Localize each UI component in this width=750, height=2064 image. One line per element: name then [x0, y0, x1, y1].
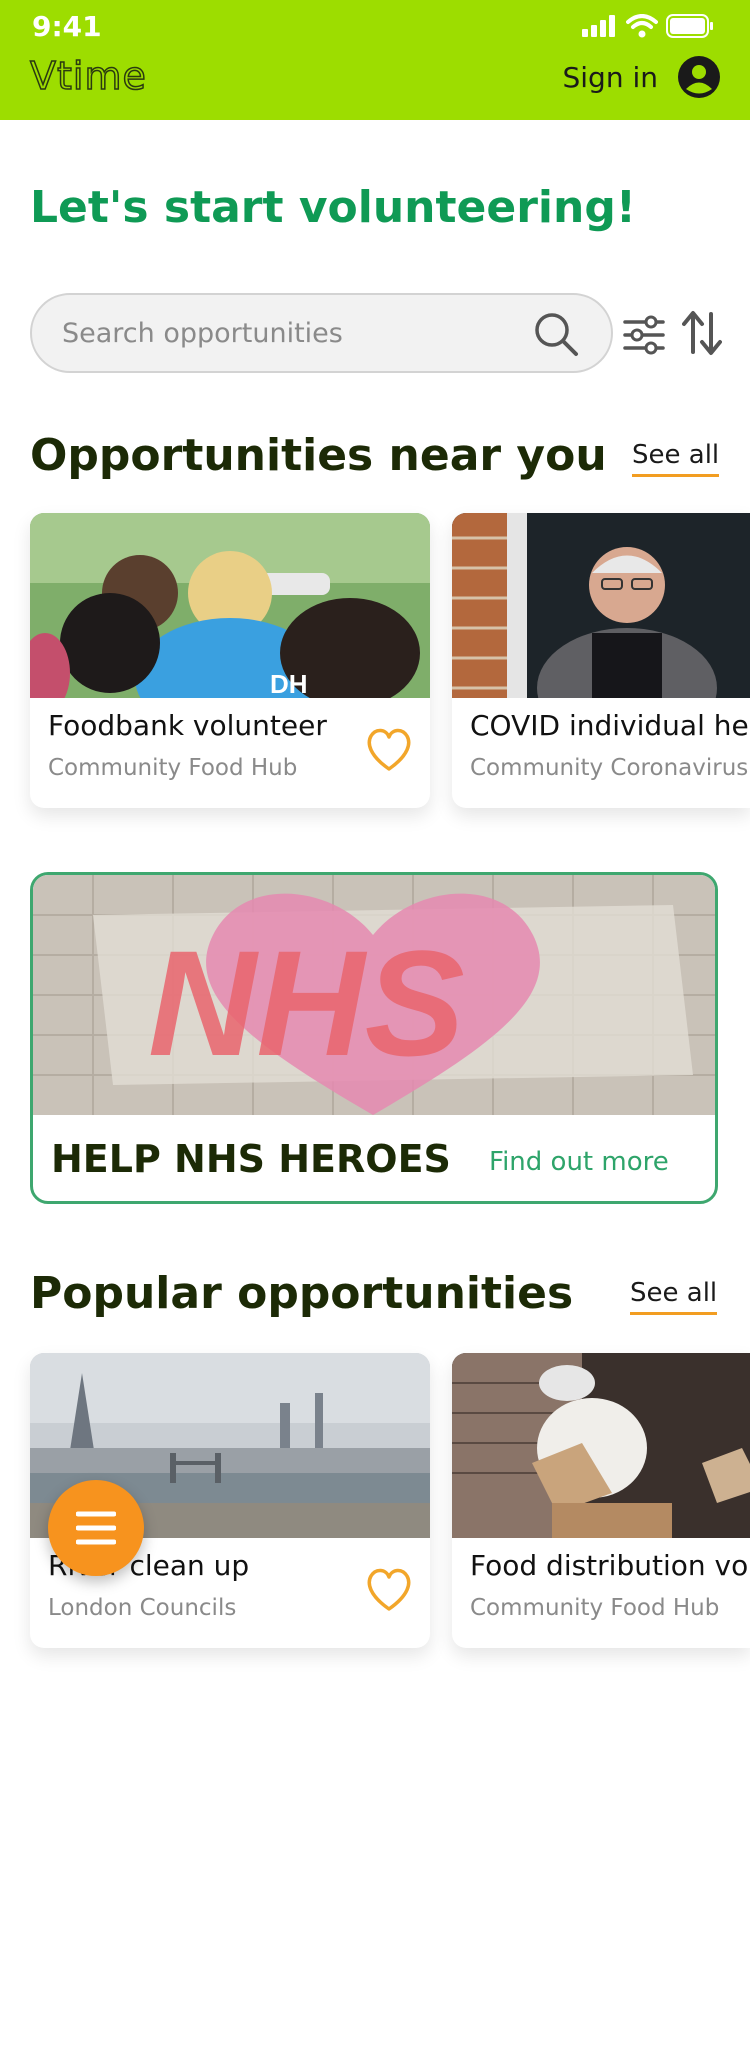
heart-icon[interactable] — [364, 725, 414, 773]
opportunity-card[interactable]: COVID individual help Community Coronavi… — [452, 513, 750, 808]
account-icon — [678, 56, 720, 98]
card-organisation: London Councils — [48, 1595, 237, 1621]
battery-icon — [666, 14, 713, 38]
banner-title: HELP NHS HEROES — [51, 1137, 451, 1181]
card-title: Foodbank volunteer — [48, 709, 327, 742]
search-bar[interactable] — [30, 293, 613, 373]
page-headline: Let's start volunteering! — [30, 182, 636, 233]
card-title: Food distribution volunteer — [470, 1549, 750, 1582]
see-all-popular-link[interactable]: See all — [630, 1278, 718, 1315]
opportunity-card[interactable]: DH Foodbank volunteer Community Food Hub — [30, 513, 430, 808]
opportunity-card[interactable]: Food distribution volunteer Community Fo… — [452, 1353, 750, 1648]
card-organisation: Community Coronavirus Support — [470, 755, 750, 781]
card-image: DH — [30, 513, 430, 698]
card-organisation: Community Food Hub — [48, 755, 298, 781]
svg-text:DH: DH — [270, 669, 308, 698]
sign-in-label: Sign in — [562, 60, 659, 94]
card-organisation: Community Food Hub — [470, 1595, 720, 1621]
sort-icon[interactable] — [682, 310, 722, 356]
card-image — [452, 1353, 750, 1538]
search-icon[interactable] — [533, 311, 579, 357]
card-image — [452, 513, 750, 698]
banner-image-text: NHS — [148, 919, 465, 1087]
nhs-banner[interactable]: NHS HELP NHS HEROES Find out more — [30, 872, 718, 1204]
menu-icon — [76, 1511, 116, 1545]
status-icons — [582, 14, 714, 38]
section-title-popular: Popular opportunities — [30, 1268, 574, 1319]
banner-image: NHS — [33, 875, 715, 1115]
heart-icon[interactable] — [364, 1565, 414, 1613]
app-header: 9:41 Vtime Sign in — [0, 0, 750, 120]
card-title: COVID individual help — [470, 709, 750, 742]
menu-button[interactable] — [48, 1480, 144, 1576]
status-time: 9:41 — [32, 10, 102, 43]
find-out-more-link[interactable]: Find out more — [489, 1147, 669, 1177]
section-title-near-you: Opportunities near you — [30, 430, 607, 481]
sign-in-button[interactable]: Sign in — [562, 56, 720, 98]
filter-icon[interactable] — [623, 314, 665, 356]
app-logo[interactable]: Vtime — [29, 53, 147, 99]
see-all-near-you-link[interactable]: See all — [632, 440, 720, 477]
search-input[interactable] — [62, 295, 532, 371]
wifi-icon — [626, 14, 658, 38]
signal-icon — [582, 15, 615, 37]
